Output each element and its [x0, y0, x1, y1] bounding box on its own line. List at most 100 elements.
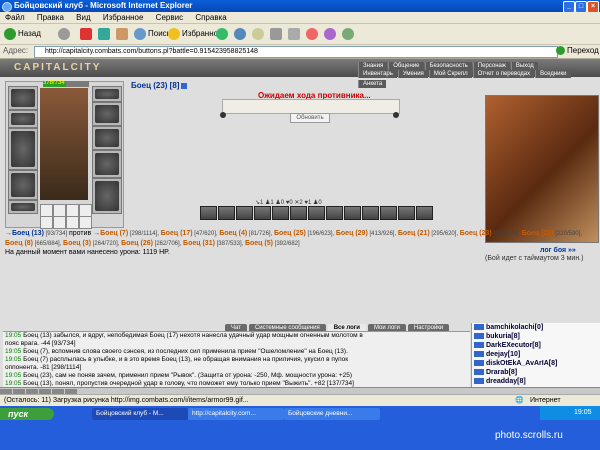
window-titlebar[interactable]: Бойцовский клуб - Microsoft Internet Exp… — [0, 0, 600, 13]
pocket-slot-8[interactable] — [79, 216, 92, 229]
menu-tools[interactable]: Сервис — [151, 12, 188, 23]
nav-skills[interactable]: Умения — [397, 70, 428, 78]
enemy-name[interactable]: Боец (3) — [63, 240, 91, 247]
stop-button[interactable] — [80, 27, 94, 41]
task-capitalcity[interactable]: http://capitalcity.com... — [188, 408, 284, 420]
back-button[interactable]: Назад — [4, 27, 41, 41]
forward-arrow-icon — [58, 27, 70, 40]
media-button[interactable] — [216, 27, 230, 41]
enemy-name[interactable]: Боец (21) — [398, 230, 430, 237]
nav-riders[interactable]: Вседники — [535, 70, 571, 78]
print-button[interactable] — [270, 27, 284, 41]
enemy-name[interactable]: Боец (29) — [336, 230, 368, 237]
enemy-name[interactable]: Боец (26) — [121, 240, 153, 247]
address-input[interactable]: http://capitalcity.combats.com/buttons.p… — [34, 46, 558, 58]
mail-button[interactable] — [252, 27, 266, 41]
bracer-slot[interactable] — [92, 102, 122, 126]
earring-slot[interactable] — [92, 86, 122, 102]
icq-icon — [306, 27, 318, 40]
forward-button[interactable] — [58, 27, 72, 41]
refresh-fight-button[interactable]: Обновить — [290, 113, 330, 123]
refresh-button[interactable] — [98, 27, 112, 41]
user-list-item[interactable]: dreadday[8] — [472, 377, 600, 386]
amulet-slot[interactable] — [8, 110, 38, 128]
edit-button[interactable] — [288, 27, 302, 41]
messenger-button[interactable] — [324, 27, 338, 41]
nav-transfers[interactable]: Отчет о переводах — [472, 70, 535, 78]
info-icon[interactable] — [181, 82, 188, 89]
attack-icon-8[interactable] — [326, 206, 343, 220]
go-button[interactable]: Переход — [556, 46, 599, 56]
enemy-name[interactable]: Боец (8) — [5, 240, 33, 247]
chat-line: 19:05 Боец (7), вспомнив слова своего сэ… — [3, 348, 470, 356]
pocket-slot-5[interactable] — [40, 216, 53, 229]
attack-icon-3[interactable] — [236, 206, 253, 220]
helmet-slot[interactable] — [8, 86, 38, 110]
boots-slot[interactable] — [92, 178, 122, 214]
opponent-name[interactable]: Боец (23) [8] — [131, 81, 188, 90]
history-button[interactable] — [234, 27, 248, 41]
enemy-name[interactable]: Боец (23) — [460, 230, 492, 237]
pocket-slot-7[interactable] — [66, 216, 79, 229]
user-list-item[interactable]: diskOtEkA_AvArIA[8] — [472, 359, 600, 368]
boots-icon — [95, 181, 119, 211]
attack-icon-6[interactable] — [290, 206, 307, 220]
nav-profile[interactable]: Анкета — [358, 80, 387, 88]
enemy-name[interactable]: Боец (5) — [245, 240, 273, 247]
enemy-name[interactable]: Боец (25) — [274, 230, 306, 237]
search-icon — [134, 27, 146, 40]
address-bar: Адрес: http://capitalcity.combats.com/bu… — [0, 45, 600, 59]
user-list-item[interactable]: deejay[10] — [472, 350, 600, 359]
tool-button[interactable] — [342, 27, 356, 41]
favorites-button[interactable]: Избранное — [168, 27, 223, 41]
back-label: Назад — [18, 29, 41, 38]
game-logo: CAPITALCITY — [14, 62, 102, 73]
pocket-slot-6[interactable] — [53, 216, 66, 229]
attack-icon-7[interactable] — [308, 206, 325, 220]
menu-help[interactable]: Справка — [190, 12, 231, 23]
nav-my-scroll[interactable]: Мой Скрепл — [428, 70, 472, 78]
menu-edit[interactable]: Правка — [32, 12, 69, 23]
attack-icon-13[interactable] — [416, 206, 433, 220]
attack-icon-10[interactable] — [362, 206, 379, 220]
attack-icon-2[interactable] — [218, 206, 235, 220]
shield-slot[interactable] — [92, 150, 122, 178]
enemy-name[interactable]: Боец (31) — [183, 240, 215, 247]
belt-slot[interactable] — [8, 200, 38, 214]
chat-line: 19:05 Боец (7) расплылась в улыбке, и в … — [3, 356, 470, 364]
attack-icon-4[interactable] — [254, 206, 271, 220]
user-list-item[interactable]: bamchikolachi[0] — [472, 323, 600, 332]
armor-slot[interactable] — [8, 170, 38, 200]
menu-file[interactable]: Файл — [0, 12, 30, 23]
enemy-name[interactable]: Боец (17) — [161, 230, 193, 237]
chat-text: Боец (13) забылся, и вдруг, непобедимая … — [23, 332, 363, 339]
enemy-name[interactable]: Боец (4) — [219, 230, 247, 237]
chat-log[interactable]: 19:05 Боец (13) забылся, и вдруг, непобе… — [3, 331, 470, 388]
clan-badge-icon — [474, 369, 484, 376]
battle-log-link[interactable]: лог боя »» — [540, 247, 576, 254]
attack-icon-12[interactable] — [398, 206, 415, 220]
icq-button[interactable] — [306, 27, 320, 41]
attack-icon-1[interactable] — [200, 206, 217, 220]
attack-icon-11[interactable] — [380, 206, 397, 220]
start-button[interactable]: пуск — [0, 408, 54, 420]
team-line: →Боец (13) [93/734] против →Боец (7) [29… — [5, 229, 600, 249]
home-button[interactable] — [116, 27, 130, 41]
amulet-icon — [11, 113, 35, 125]
attack-icon-5[interactable] — [272, 206, 289, 220]
menu-view[interactable]: Вид — [71, 12, 95, 23]
task-diaries[interactable]: Бойцовские дневни... — [284, 408, 380, 420]
search-button[interactable]: Поиск — [134, 27, 170, 41]
menu-favorites[interactable]: Избранное — [98, 12, 149, 23]
user-list-item[interactable]: bukuria[8] — [472, 332, 600, 341]
user-list-item[interactable]: DarkEXecutor[8] — [472, 341, 600, 350]
weapon-slot[interactable] — [8, 128, 38, 170]
ring-slot[interactable] — [92, 126, 122, 150]
enemy-name[interactable]: Боец (7) — [100, 230, 128, 237]
nav-inventory[interactable]: Инвентарь — [358, 70, 397, 78]
player-name[interactable]: Боец (13) — [12, 230, 44, 237]
user-list-item[interactable]: Drarab[8] — [472, 368, 600, 377]
enemy-name[interactable]: Боец (22) — [522, 230, 554, 237]
attack-icon-9[interactable] — [344, 206, 361, 220]
task-combats[interactable]: Бойцовский клуб - M... — [92, 408, 188, 420]
